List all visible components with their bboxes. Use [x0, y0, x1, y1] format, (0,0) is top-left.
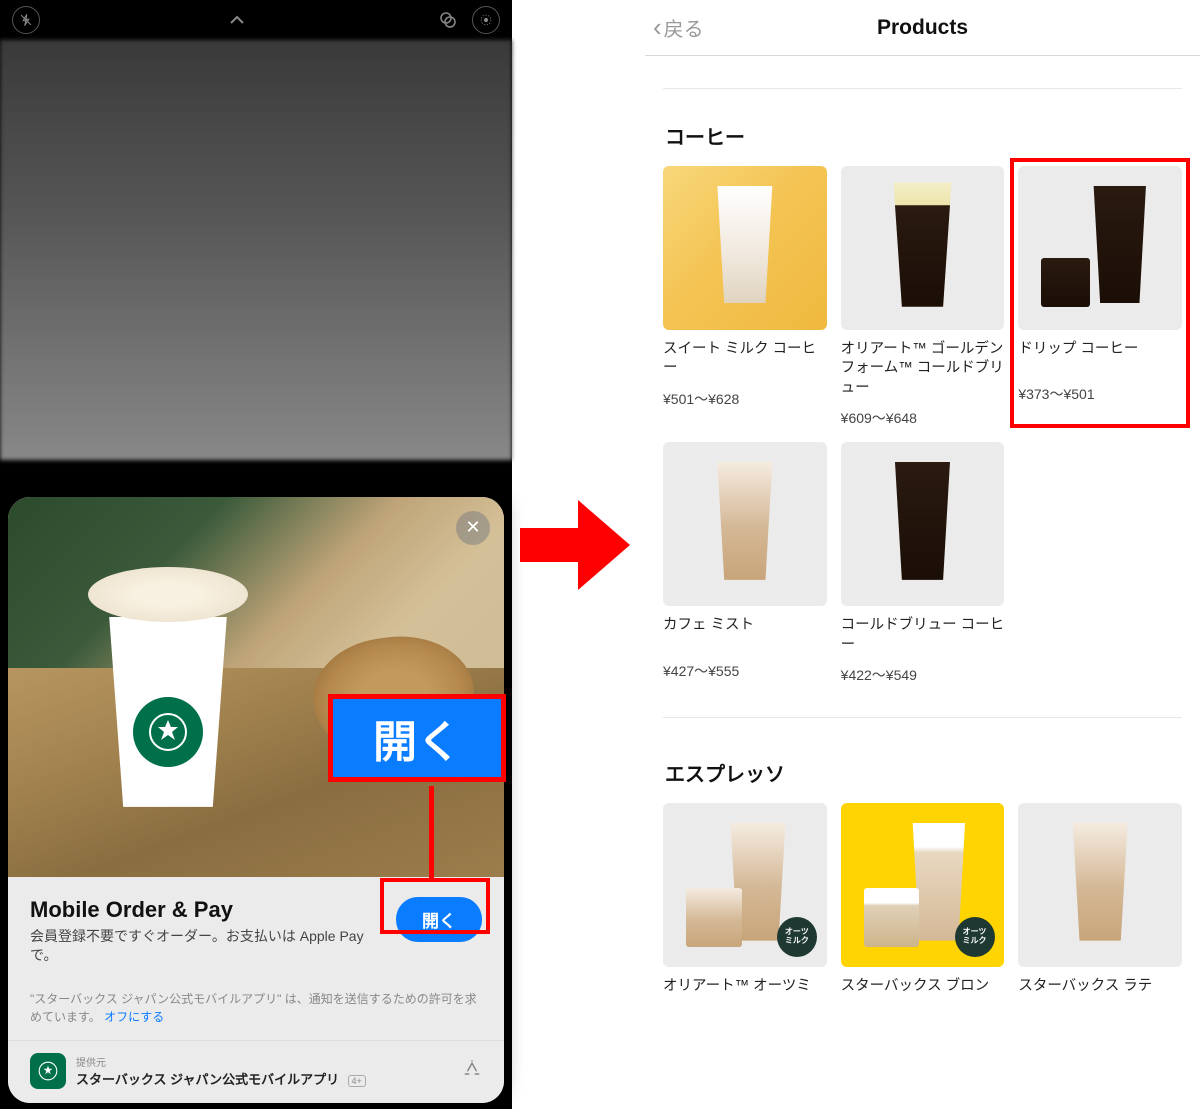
product-name: オリアート™ ゴールデンフォーム™ コールドブリュー — [841, 340, 1005, 399]
coffee-grid: スイート ミルク コーヒー ¥501〜¥628 オリアート™ ゴールデンフォーム… — [663, 166, 1182, 685]
product-thumb — [841, 442, 1005, 606]
product-card[interactable]: オリアート™ ゴールデンフォーム™ コールドブリュー ¥609〜¥648 — [841, 166, 1005, 428]
product-name: スイート ミルク コーヒー — [663, 340, 827, 379]
product-thumb — [841, 166, 1005, 330]
section-title-coffee: コーヒー — [665, 121, 1182, 150]
product-price: ¥609〜¥648 — [841, 408, 1005, 428]
provider-name: スターバックス ジャパン公式モバイルアプリ — [76, 1072, 339, 1087]
app-clip-description: 会員登録不要ですぐオーダー。お支払いは Apple Pay で。 — [30, 927, 384, 966]
product-price: ¥422〜¥549 — [841, 665, 1005, 685]
open-callout-label: 開く — [328, 694, 506, 782]
product-thumb — [663, 166, 827, 330]
starbucks-app-icon — [30, 1053, 66, 1089]
product-card-highlighted[interactable]: ドリップ コーヒー ¥373〜¥501 — [1010, 158, 1190, 428]
divider — [663, 717, 1182, 718]
open-button-highlight — [380, 878, 490, 934]
appclip-screen: ✕ Mobile Order & Pay 会員登録不要ですぐオーダー。お支払いは… — [0, 0, 512, 1109]
product-thumb — [1018, 166, 1182, 330]
product-thumb: オーツミルク — [663, 803, 827, 967]
product-card[interactable]: オーツミルク スターバックス ブロン — [841, 803, 1005, 1011]
product-price: ¥373〜¥501 — [1018, 384, 1182, 404]
appstore-icon[interactable] — [462, 1059, 482, 1084]
product-card[interactable]: スターバックス ラテ — [1018, 803, 1182, 1011]
espresso-grid: オーツミルク オリアート™ オーツミ オーツミルク スターバックス ブロン — [663, 803, 1182, 1011]
notification-permission-text: "スターバックス ジャパン公式モバイルアプリ" は、通知を送信するための許可を求… — [8, 976, 504, 1040]
product-thumb — [1018, 803, 1182, 967]
app-clip-title: Mobile Order & Pay — [30, 897, 384, 923]
oat-milk-badge: オーツミルク — [955, 917, 995, 957]
section-title-espresso: エスプレッソ — [665, 758, 1182, 787]
product-name: カフェ ミスト — [663, 616, 827, 651]
starbucks-logo-icon — [133, 697, 203, 767]
product-name: オリアート™ オーツミ — [663, 977, 827, 1012]
camera-top-bar — [0, 0, 512, 40]
divider — [663, 88, 1182, 89]
nav-header: ‹ 戻る Products — [645, 0, 1200, 56]
live-photo-icon[interactable] — [472, 6, 500, 34]
provider-label: 提供元 — [76, 1054, 366, 1069]
callout-connector-line — [429, 786, 434, 878]
chevron-up-icon[interactable] — [223, 6, 251, 34]
product-name: コールドブリュー コーヒー — [841, 616, 1005, 655]
page-title: Products — [645, 16, 1200, 40]
product-name: スターバックス ブロン — [841, 977, 1005, 1012]
back-button[interactable]: ‹ 戻る — [653, 12, 704, 43]
product-thumb — [663, 442, 827, 606]
turn-off-link[interactable]: オフにする — [104, 1010, 164, 1024]
product-price: ¥427〜¥555 — [663, 661, 827, 681]
flash-off-icon[interactable] — [12, 6, 40, 34]
product-card[interactable]: スイート ミルク コーヒー ¥501〜¥628 — [663, 166, 827, 428]
product-card[interactable]: カフェ ミスト ¥427〜¥555 — [663, 442, 827, 685]
product-price: ¥501〜¥628 — [663, 389, 827, 409]
transition-arrow-icon — [520, 500, 630, 590]
filters-icon[interactable] — [434, 6, 462, 34]
chevron-left-icon: ‹ — [653, 12, 662, 43]
product-card[interactable]: オーツミルク オリアート™ オーツミ — [663, 803, 827, 1011]
product-name: ドリップ コーヒー — [1018, 340, 1182, 375]
camera-blur-background — [0, 40, 512, 460]
product-thumb: オーツミルク — [841, 803, 1005, 967]
app-clip-provider-row[interactable]: 提供元 スターバックス ジャパン公式モバイルアプリ 4+ — [8, 1040, 504, 1103]
oat-milk-badge: オーツミルク — [777, 917, 817, 957]
close-button[interactable]: ✕ — [456, 511, 490, 545]
close-icon: ✕ — [465, 517, 480, 538]
product-card[interactable]: コールドブリュー コーヒー ¥422〜¥549 — [841, 442, 1005, 685]
product-name: スターバックス ラテ — [1018, 977, 1182, 1012]
products-screen: ‹ 戻る Products コーヒー スイート ミルク コーヒー ¥501〜¥6… — [645, 0, 1200, 1109]
age-rating-badge: 4+ — [348, 1075, 366, 1087]
